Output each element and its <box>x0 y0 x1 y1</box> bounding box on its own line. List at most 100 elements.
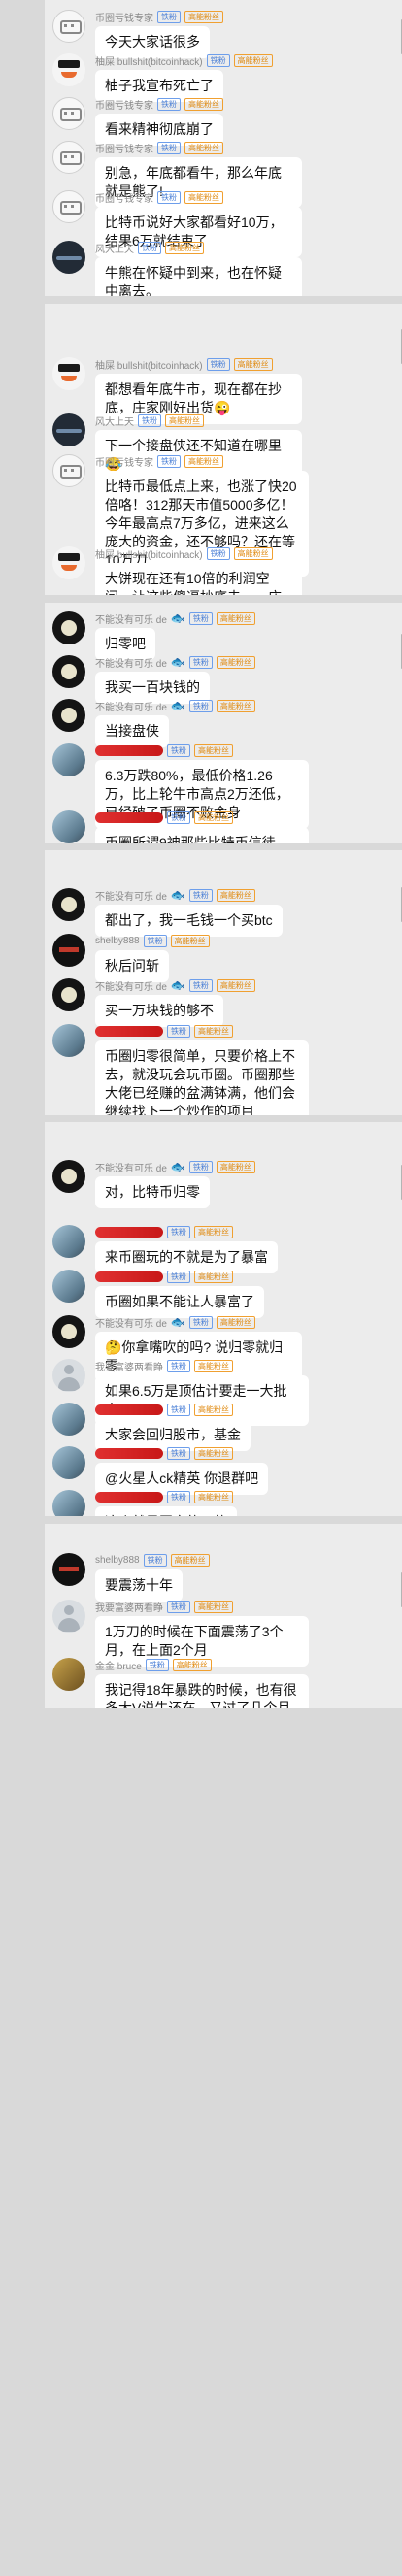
avatar[interactable] <box>52 1446 85 1479</box>
message-header: 不能没有可乐 de 🐟 铁粉 高能粉丝 <box>95 888 402 902</box>
fan-badge: 铁粉 <box>188 978 213 992</box>
message-header: 铁粉 高能粉丝 <box>95 1403 402 1416</box>
avatar[interactable] <box>52 546 85 579</box>
sender-name[interactable]: 币圈亏钱专家 <box>95 190 153 205</box>
fan-badge: 铁粉 <box>167 1600 190 1613</box>
avatar[interactable] <box>52 1160 85 1193</box>
sender-name[interactable]: 不能没有可乐 de <box>95 978 167 993</box>
avatar[interactable] <box>52 611 85 644</box>
avatar[interactable] <box>52 1315 85 1348</box>
sender-name[interactable]: shelby888 <box>95 1555 140 1566</box>
sender-name[interactable]: 我要富婆两看睁 <box>95 1600 163 1614</box>
chat-message: 金金 bruce 铁粉 高能粉丝 我记得18年暴跌的时候，也有很多大V说牛还在，又过了… <box>45 1658 402 1708</box>
fan-badge: 铁粉 <box>143 1553 167 1567</box>
avatar[interactable] <box>52 699 85 732</box>
message-bubble[interactable]: 币圈如果不能让人暴富了 <box>95 1286 264 1318</box>
chat-message: 不能没有可乐 de 🐟 铁粉 高能粉丝 归零吧 <box>45 611 402 660</box>
avatar[interactable] <box>52 1270 85 1303</box>
level-badge: 高能粉丝 <box>233 53 273 67</box>
avatar[interactable] <box>52 1359 85 1392</box>
message-bubble[interactable]: 要震荡十年 <box>95 1569 183 1602</box>
redacted-name <box>95 1491 163 1503</box>
fish-icon: 🐟 <box>170 699 185 712</box>
sender-name[interactable]: 柚屎 bullshit(bitcoinhack) <box>95 546 203 561</box>
fan-badge: 铁粉 <box>206 53 230 67</box>
message-header: 铁粉 高能粉丝 <box>95 1490 402 1503</box>
avatar[interactable] <box>52 413 85 446</box>
avatar[interactable] <box>52 978 85 1011</box>
fan-badge: 铁粉 <box>188 888 213 902</box>
level-badge: 高能粉丝 <box>216 611 255 625</box>
sender-name[interactable]: 不能没有可乐 de <box>95 1315 167 1330</box>
avatar[interactable] <box>52 1600 85 1633</box>
sender-name[interactable]: 风大上天 <box>95 413 134 428</box>
sender-name[interactable]: 不能没有可乐 de <box>95 888 167 903</box>
level-badge: 高能粉丝 <box>194 743 233 757</box>
avatar[interactable] <box>52 53 85 86</box>
sender-name[interactable]: 柚屎 bullshit(bitcoinhack) <box>95 357 203 372</box>
sender-name[interactable]: 金金 bruce <box>95 1658 142 1672</box>
sender-name[interactable]: 不能没有可乐 de <box>95 1160 167 1174</box>
message-header: 我要富婆两看睁 铁粉 高能粉丝 <box>95 1359 402 1372</box>
avatar[interactable] <box>52 10 85 43</box>
avatar[interactable] <box>52 810 85 843</box>
fan-badge: 铁粉 <box>188 611 213 625</box>
sender-name[interactable]: 币圈亏钱专家 <box>95 10 153 24</box>
avatar[interactable] <box>52 1658 85 1691</box>
sender-name[interactable]: 不能没有可乐 de <box>95 699 167 713</box>
level-badge: 高能粉丝 <box>184 141 223 154</box>
avatar[interactable] <box>52 241 85 274</box>
sender-name[interactable]: 不能没有可乐 de <box>95 611 167 626</box>
level-badge: 高能粉丝 <box>184 190 223 204</box>
message-bubble[interactable]: 大饼现在还有10倍的利润空间，让这些傻逼抄底去——庄家说 <box>95 563 302 595</box>
avatar[interactable] <box>52 888 85 921</box>
chat-message: 不能没有可乐 de 🐟 铁粉 高能粉丝 对，比特币归零 <box>45 1160 402 1208</box>
level-badge: 高能粉丝 <box>216 978 255 992</box>
avatar[interactable] <box>52 743 85 776</box>
sender-name[interactable]: shelby888 <box>95 936 140 946</box>
sender-name[interactable]: 风大上天 <box>95 241 134 255</box>
avatar[interactable] <box>52 1553 85 1586</box>
message-header: 铁粉 高能粉丝 <box>95 1446 402 1460</box>
fan-badge: 铁粉 <box>157 454 181 468</box>
avatar[interactable] <box>52 1024 85 1057</box>
level-badge: 高能粉丝 <box>165 241 204 254</box>
fish-icon: 🐟 <box>170 1160 185 1173</box>
avatar[interactable] <box>52 934 85 967</box>
level-badge: 高能粉丝 <box>194 1446 233 1460</box>
sender-name[interactable]: 币圈亏钱专家 <box>95 454 153 469</box>
message-bubble[interactable]: 对，比特币归零 <box>95 1176 210 1208</box>
message-bubble[interactable]: 这个就是国家的目的 <box>95 1506 237 1516</box>
redacted-name <box>95 1447 163 1459</box>
avatar[interactable] <box>52 1403 85 1436</box>
message-bubble[interactable]: 币圈归零很简单，只要价格上不去，就没玩会玩币圈。币圈那些大佬已经赚的盆满钵满，他… <box>95 1040 309 1115</box>
sender-name[interactable]: 柚屎 bullshit(bitcoinhack) <box>95 53 203 68</box>
fan-badge: 铁粉 <box>206 357 230 371</box>
fan-badge: 铁粉 <box>188 1315 213 1329</box>
sender-name[interactable]: 币圈亏钱专家 <box>95 141 153 155</box>
fan-badge: 铁粉 <box>167 1403 190 1416</box>
message-bubble[interactable]: 币圈所谓9神那些比特币信徒，价格上不去，一直跌，他们还有信仰? <box>95 827 309 843</box>
chat-message: 币圈亏钱专家 铁粉 高能粉丝 看来精神彻底崩了 <box>45 97 402 146</box>
chat-message: 铁粉高能粉丝这个就是国家的目的 <box>45 1490 402 1516</box>
level-badge: 高能粉丝 <box>172 1658 212 1671</box>
message-bubble[interactable]: 我记得18年暴跌的时候，也有很多大V说牛还在，又过了几个月 <box>95 1674 309 1708</box>
sender-name[interactable]: 我要富婆两看睁 <box>95 1359 163 1373</box>
sender-name[interactable]: 币圈亏钱专家 <box>95 97 153 112</box>
fan-badge: 铁粉 <box>167 1270 190 1283</box>
avatar[interactable] <box>52 1225 85 1258</box>
avatar[interactable] <box>52 141 85 174</box>
message-bubble[interactable]: 买一万块钱的够不 <box>95 995 223 1027</box>
chat-message: 不能没有可乐 de 🐟 铁粉 高能粉丝 我买一百块钱的 <box>45 655 402 704</box>
message-bubble[interactable]: 都出了，我一毛钱一个买btc <box>95 905 283 937</box>
avatar[interactable] <box>52 1490 85 1516</box>
avatar[interactable] <box>52 97 85 130</box>
chat-panel: 不能没有可乐 de 🐟 铁粉 高能粉丝 对，比特币归零 铁粉 高能粉丝 来币圈玩的不就是为了暴… <box>45 1122 402 1516</box>
avatar[interactable] <box>52 655 85 688</box>
avatar[interactable] <box>52 454 85 487</box>
level-badge: 高能粉丝 <box>194 1225 233 1238</box>
avatar[interactable] <box>52 190 85 223</box>
avatar[interactable] <box>52 357 85 390</box>
message-bubble[interactable]: 牛熊在怀疑中到来，也在怀疑中离去。 <box>95 257 302 296</box>
sender-name[interactable]: 不能没有可乐 de <box>95 655 167 670</box>
